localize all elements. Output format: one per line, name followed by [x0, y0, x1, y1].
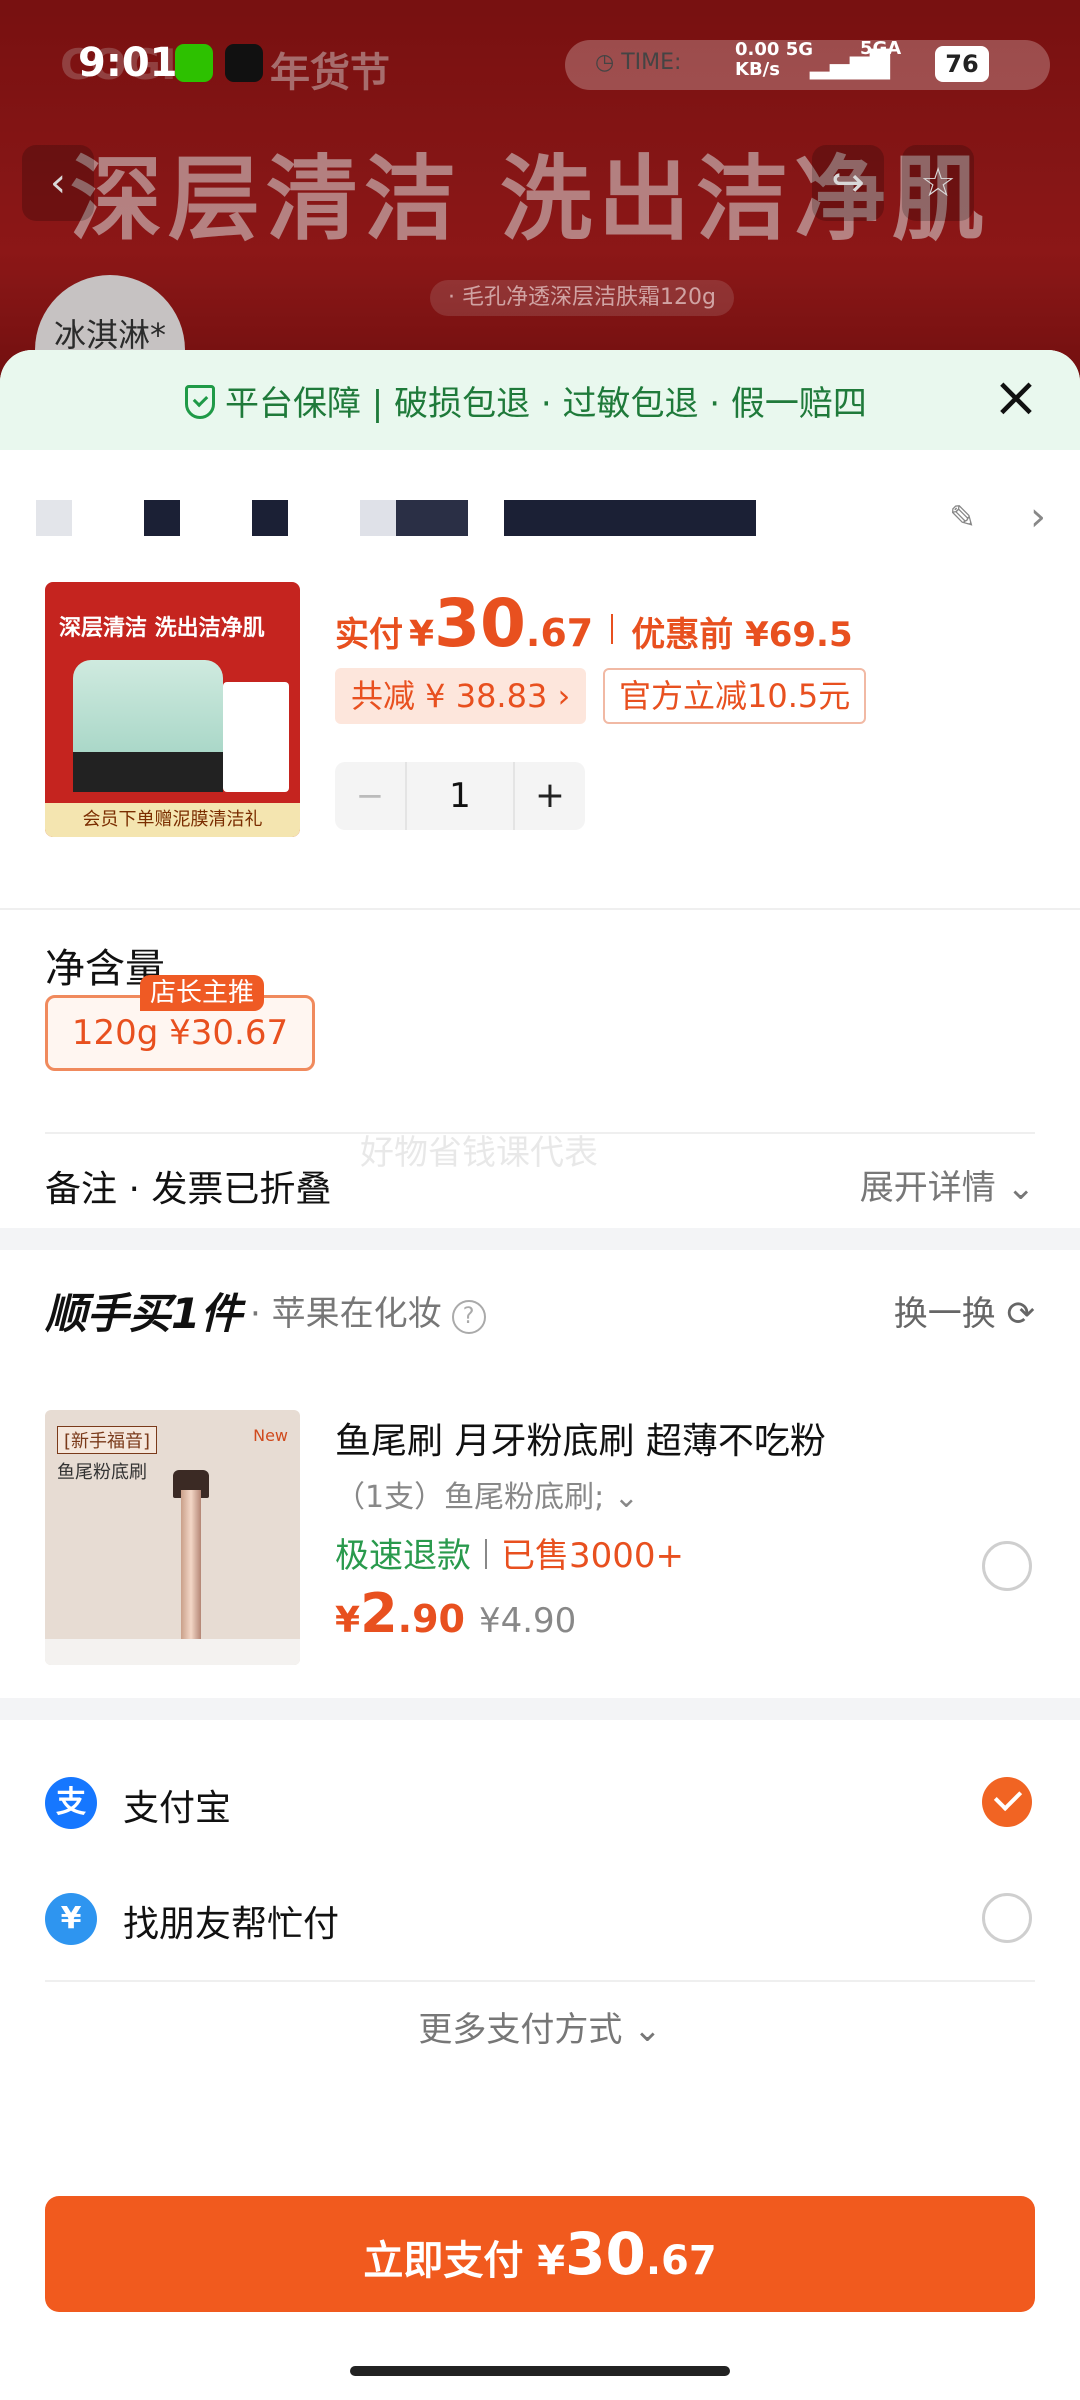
shield-check-icon [185, 385, 215, 419]
qq-icon [225, 44, 263, 82]
battery-icon: 76 [935, 46, 989, 82]
product-box [223, 682, 289, 792]
section-gap [0, 1698, 1080, 1720]
upsell-tags: 极速退款 已售3000+ [335, 1528, 684, 1577]
image-bottom-bar [45, 1639, 300, 1665]
divider [45, 1980, 1035, 1982]
note-invoice-label: 备注 · 发票已折叠 [45, 1169, 332, 1210]
upsell-price-integer: 2 [360, 1582, 398, 1645]
alipay-icon: 支 [45, 1777, 97, 1829]
pay-button-integer: 30 [565, 2220, 646, 2288]
payment-friend[interactable]: ¥ 找朋友帮忙付 [45, 1891, 1035, 1951]
recommended-badge: 店长主推 [140, 975, 265, 1011]
friend-pay-radio[interactable] [982, 1893, 1032, 1943]
alipay-radio-checked[interactable] [982, 1777, 1032, 1827]
pay-button-decimal: .67 [645, 2238, 717, 2284]
pay-button-label: 立即支付 ¥ [363, 2238, 566, 2284]
redacted-block [360, 500, 396, 536]
upsell-spec-selector[interactable]: （1支）鱼尾粉底刷; ⌄ [335, 1472, 639, 1516]
note-invoice-row[interactable]: 备注 · 发票已折叠 展开详情 ⌄ [45, 1160, 1035, 1220]
price-decimal: .67 [525, 611, 594, 655]
currency-symbol: ¥ [409, 614, 435, 655]
price-separator [611, 614, 614, 644]
upsell-image-badge: [新手福音] [57, 1426, 158, 1454]
official-discount-tag: 官方立减10.5元 [603, 668, 867, 724]
redacted-block [504, 500, 756, 536]
address-row[interactable]: ✎ › [36, 494, 1046, 540]
product-image-footer: 会员下单赠泥膜清洁礼 [45, 803, 300, 837]
total-discount-tag[interactable]: 共减 ¥ 38.83 › [335, 668, 587, 724]
pay-now-button[interactable]: 立即支付 ¥30.67 [45, 2196, 1035, 2312]
net-speed: 0.00 5G KB/s [735, 39, 814, 80]
sold-count-tag: 已售3000+ [501, 1536, 685, 1576]
upsell-brand: 顺手买1件 [45, 1289, 243, 1338]
price-row: 实付 ¥30.67 优惠前 ¥69.5 [335, 585, 853, 662]
brush-handle [181, 1490, 201, 1650]
upsell-select-radio[interactable] [982, 1541, 1032, 1591]
upsell-original-price: ¥4.90 [478, 1601, 577, 1641]
more-payment-methods[interactable]: 更多支付方式 ⌄ [0, 2002, 1080, 2051]
status-time: 9:01 [78, 40, 178, 86]
checkout-sheet: 平台保障 | 破损包退 · 过敏包退 · 假一赔四 × ✎ › 深层清洁 洗出洁… [0, 350, 1080, 2400]
actual-pay-label: 实付 [335, 615, 403, 655]
increase-button[interactable]: + [515, 762, 585, 830]
upsell-shop-name: · 苹果在化妆? [250, 1286, 486, 1335]
product-jar-band [73, 752, 223, 792]
redacted-block [144, 500, 180, 536]
payment-alipay[interactable]: 支 支付宝 [45, 1775, 1035, 1835]
status-bar: 9:01 ◷ TIME: 0.00 5G KB/s ▂▄▆█ 5GA 76 [0, 0, 1080, 130]
wechat-icon [175, 44, 213, 82]
upsell-image-new: New [253, 1426, 288, 1445]
price-integer: 30 [434, 585, 526, 662]
friend-pay-label: 找朋友帮忙付 [123, 1904, 340, 1945]
guarantee-text: 平台保障 | 破损包退 · 过敏包退 · 假一赔四 [185, 376, 867, 425]
help-icon[interactable]: ? [451, 1300, 486, 1334]
section-gap [0, 1228, 1080, 1250]
quantity-value[interactable]: 1 [405, 762, 515, 830]
swap-button[interactable]: 换一换 ⟳ [894, 1286, 1035, 1335]
redacted-block [36, 500, 72, 536]
close-button[interactable]: × [988, 370, 1044, 428]
upsell-price: ¥2.90 ¥4.90 [335, 1582, 576, 1645]
fast-refund-tag: 极速退款 [335, 1536, 471, 1576]
tag-separator [485, 1539, 487, 1569]
upsell-product-image[interactable]: [新手福音] 鱼尾粉底刷 New [45, 1410, 300, 1665]
redacted-block [252, 500, 288, 536]
network-5ga: 5GA [860, 38, 902, 59]
friend-pay-icon: ¥ [45, 1893, 97, 1945]
upsell-title[interactable]: 鱼尾刷 月牙粉底刷 超薄不吃粉 [335, 1412, 826, 1464]
product-image-title: 深层清洁 洗出洁净肌 [59, 616, 265, 641]
decrease-button[interactable]: − [335, 762, 405, 830]
guarantee-banner: 平台保障 | 破损包退 · 过敏包退 · 假一赔四 × [0, 350, 1080, 450]
upsell-price-decimal: .90 [397, 1597, 465, 1641]
expand-details-button[interactable]: 展开详情 ⌄ [860, 1160, 1035, 1209]
upsell-header: 顺手买1件 · 苹果在化妆? 换一换 ⟳ [45, 1280, 1035, 1340]
chevron-right-icon[interactable]: › [1030, 494, 1046, 540]
divider [0, 908, 1080, 910]
home-indicator[interactable] [350, 2366, 730, 2376]
redacted-block [396, 500, 468, 536]
before-discount-price: 优惠前 ¥69.5 [631, 615, 853, 655]
upsell-image-name: 鱼尾粉底刷 [57, 1462, 147, 1483]
quantity-stepper: − 1 + [335, 762, 585, 830]
alipay-label: 支付宝 [123, 1788, 232, 1829]
upsell-currency: ¥ [335, 1600, 361, 1641]
product-image: 深层清洁 洗出洁净肌 会员下单赠泥膜清洁礼 [45, 582, 300, 837]
edit-icon[interactable]: ✎ [949, 498, 976, 536]
timer-label: ◷ TIME: [595, 50, 682, 75]
